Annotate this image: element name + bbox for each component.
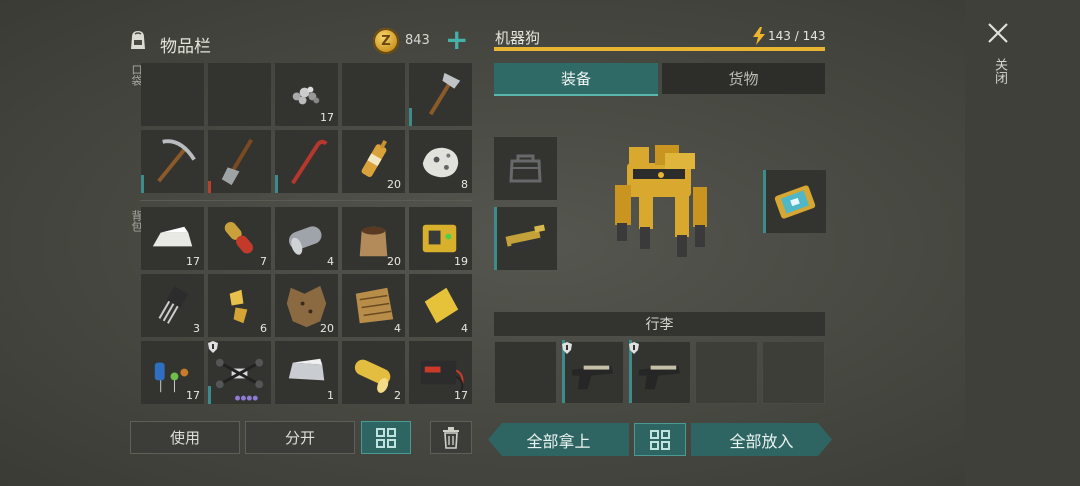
- backpack-icon: [126, 28, 150, 52]
- inventory-slot[interactable]: [141, 63, 204, 126]
- luggage-slot[interactable]: [628, 340, 691, 404]
- hp-bar: [494, 47, 825, 51]
- robot-dog-image: [605, 135, 725, 265]
- inventory-slot[interactable]: 20: [275, 274, 338, 337]
- item-count: 1: [327, 389, 334, 402]
- close-button[interactable]: [987, 22, 1009, 44]
- inventory-slot[interactable]: [275, 130, 338, 193]
- protected-icon: [208, 341, 218, 353]
- item-count: 3: [193, 322, 200, 335]
- crowbar-icon: [291, 139, 328, 185]
- item-count: 4: [461, 322, 468, 335]
- tab-equipment[interactable]: 装备: [494, 63, 658, 96]
- weapon-slot[interactable]: [494, 207, 557, 270]
- trash-button[interactable]: [430, 421, 472, 454]
- inventory-slot[interactable]: 3: [141, 274, 204, 337]
- energy-icon: [752, 27, 766, 45]
- inventory-slot[interactable]: 20: [342, 130, 405, 193]
- inventory-slot[interactable]: 4: [275, 207, 338, 270]
- inventory-slot[interactable]: 17: [275, 63, 338, 126]
- inventory-slot[interactable]: [342, 63, 405, 126]
- hatchet-icon: [428, 72, 461, 116]
- use-button[interactable]: 使用: [130, 421, 240, 454]
- inventory-slot[interactable]: [141, 130, 204, 193]
- item-count: 17: [186, 255, 200, 268]
- inventory-slot[interactable]: 8: [409, 130, 472, 193]
- grid-icon: [376, 427, 396, 448]
- close-icon: [988, 23, 1008, 43]
- inventory-slot[interactable]: 2: [342, 341, 405, 404]
- inventory-slot[interactable]: [208, 341, 271, 404]
- inventory-title: 物品栏: [160, 37, 211, 57]
- robot-hp-text: 143 / 143: [768, 29, 826, 43]
- inventory-slot[interactable]: [208, 63, 271, 126]
- inventory-slot[interactable]: 19: [409, 207, 472, 270]
- robot-weapon-icon: [505, 224, 546, 252]
- robot-battery-icon: [774, 185, 816, 219]
- luggage-slot[interactable]: [561, 340, 624, 404]
- inventory-slot[interactable]: 17: [409, 341, 472, 404]
- item-count: 4: [394, 322, 401, 335]
- coin-icon: Z: [373, 28, 399, 54]
- inventory-slot[interactable]: [208, 130, 271, 193]
- robot-sort-button[interactable]: [634, 423, 686, 456]
- item-count: 17: [320, 111, 334, 124]
- inventory-slot[interactable]: 7: [208, 207, 271, 270]
- item-count: 17: [186, 389, 200, 402]
- item-count: 20: [320, 322, 334, 335]
- item-count: 8: [461, 178, 468, 191]
- right-strip: [965, 0, 1080, 486]
- inventory-slot[interactable]: 1: [275, 341, 338, 404]
- grid-icon: [650, 429, 670, 450]
- battery-slot[interactable]: [763, 170, 826, 233]
- item-count: 20: [387, 255, 401, 268]
- protected-icon: [629, 342, 639, 354]
- trash-icon: [443, 426, 459, 449]
- tab-cargo[interactable]: 货物: [662, 63, 825, 94]
- durability-bar: [208, 181, 211, 193]
- add-coins-button[interactable]: +: [445, 26, 468, 54]
- durability-bar: [275, 175, 278, 193]
- close-label: 关闭: [992, 58, 1007, 84]
- item-count: 20: [387, 178, 401, 191]
- sort-grid-button[interactable]: [361, 421, 411, 454]
- durability-bar: [208, 386, 211, 404]
- bag-slot-icon: [509, 154, 542, 183]
- divider: [140, 200, 472, 201]
- item-count: 7: [260, 255, 267, 268]
- take-all-button[interactable]: 全部拿上: [488, 423, 629, 456]
- shovel-icon: [221, 138, 254, 186]
- inventory-slot[interactable]: 17: [141, 207, 204, 270]
- luggage-slot[interactable]: [695, 341, 758, 404]
- coin-count: 843: [405, 33, 430, 48]
- luggage-slot[interactable]: [762, 341, 825, 404]
- durability-bar: [409, 108, 412, 126]
- bag-slot[interactable]: [494, 137, 557, 200]
- inventory-slot[interactable]: 4: [409, 274, 472, 337]
- robot-name: 机器狗: [495, 29, 541, 47]
- protected-icon: [562, 342, 572, 354]
- item-count: 2: [394, 389, 401, 402]
- inventory-slot[interactable]: 4: [342, 274, 405, 337]
- split-button[interactable]: 分开: [245, 421, 355, 454]
- item-count: 6: [260, 322, 267, 335]
- hp-bar-fill: [494, 47, 825, 51]
- put-all-button[interactable]: 全部放入: [691, 423, 832, 456]
- inventory-slot[interactable]: 20: [342, 207, 405, 270]
- item-count: 4: [327, 255, 334, 268]
- luggage-slot[interactable]: [494, 341, 557, 404]
- inventory-slot[interactable]: 17: [141, 341, 204, 404]
- inventory-slot[interactable]: [409, 63, 472, 126]
- item-count: 19: [454, 255, 468, 268]
- pickaxe-icon: [157, 139, 196, 183]
- inventory-slot[interactable]: 6: [208, 274, 271, 337]
- item-count: 17: [454, 389, 468, 402]
- durability-bar: [141, 175, 144, 193]
- luggage-label: 行李: [494, 312, 825, 336]
